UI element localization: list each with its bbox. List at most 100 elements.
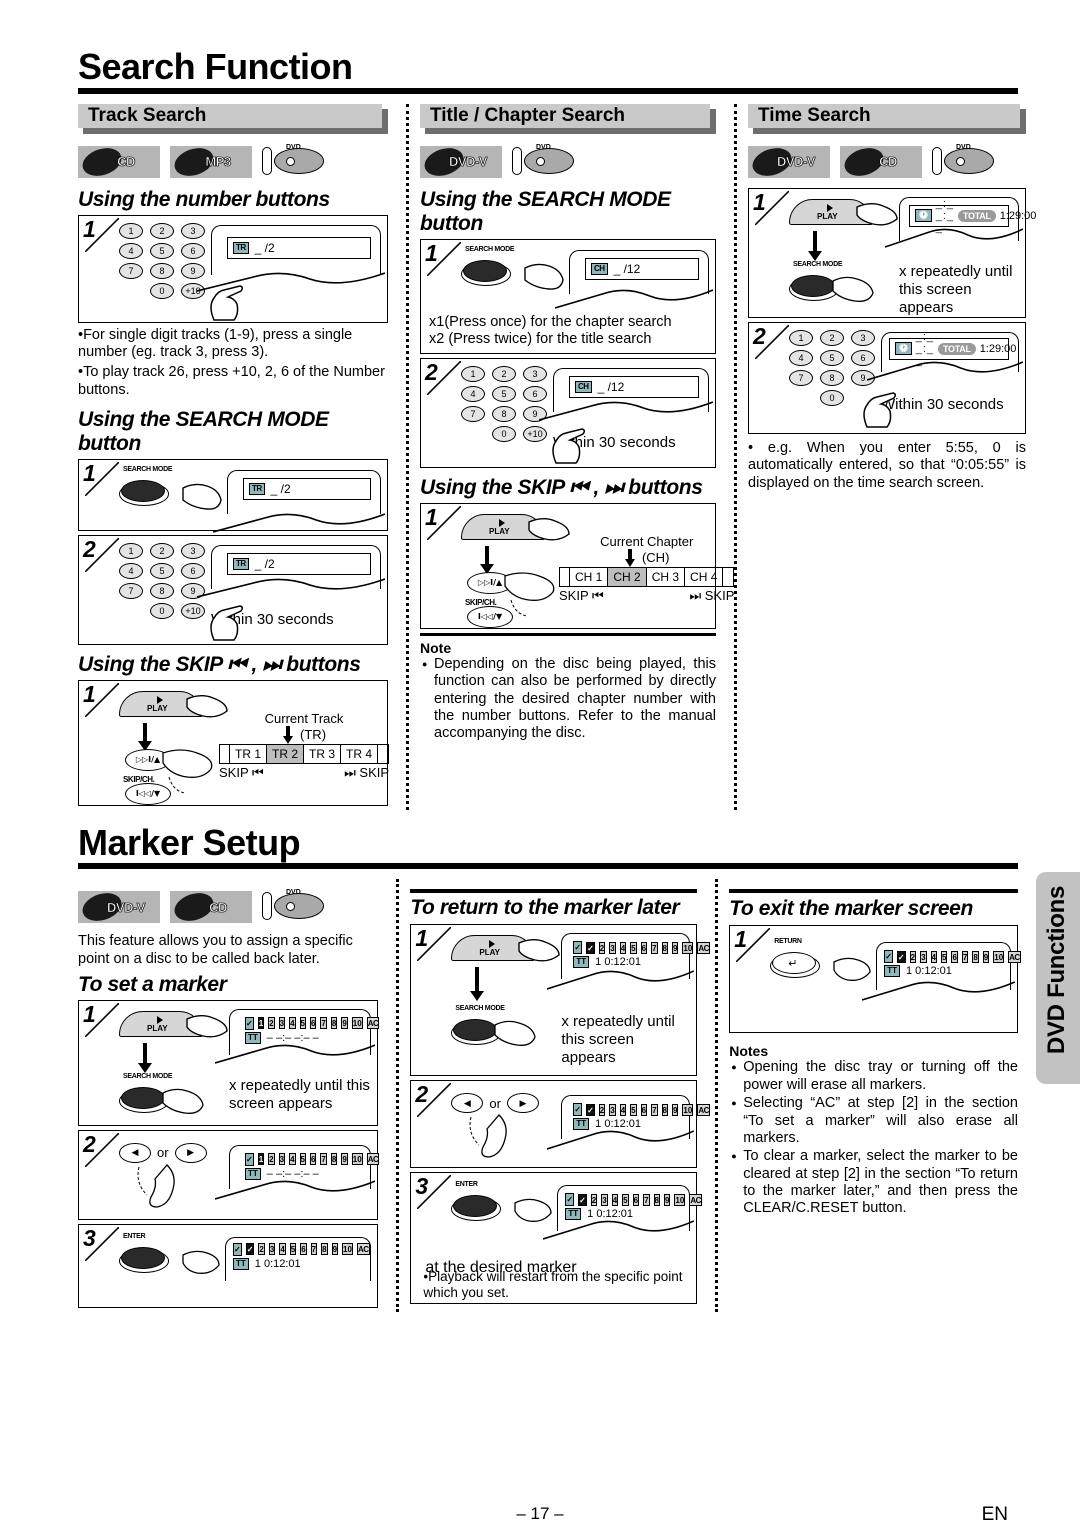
marker-cell-checked: ✓	[586, 941, 595, 954]
key-7[interactable]: 7	[119, 262, 143, 279]
number-keypad[interactable]: 123 456 789 0 +10	[461, 365, 547, 451]
chapter-cell-current: CH 2	[608, 567, 647, 586]
marker-cell: 7	[643, 1193, 650, 1206]
key-7[interactable]: 7	[789, 369, 813, 386]
marker-cell: 8	[330, 1153, 338, 1166]
time-bullet-1: • e.g. When you enter 5:55, 0 is automat…	[748, 439, 1027, 492]
key-4[interactable]: 4	[119, 562, 143, 579]
key-2[interactable]: 2	[492, 365, 516, 382]
marker-cell: 7	[310, 1243, 318, 1256]
skip-direction-labels: SKIP ⏮ ⏭ SKIP	[219, 765, 389, 781]
section-tab-label: DVD Functions	[1043, 885, 1070, 1055]
cursor-right-button[interactable]: ▶	[506, 1093, 539, 1114]
key-3[interactable]: 3	[181, 222, 205, 239]
key-0[interactable]: 0	[150, 282, 174, 299]
marker-cell: 4	[619, 941, 627, 954]
marker-cell: 9	[341, 1017, 348, 1030]
search-mode-button[interactable]: SEARCH MODE	[119, 466, 177, 508]
marker-cell: 8	[330, 1017, 338, 1030]
key-5[interactable]: 5	[492, 385, 516, 402]
key-3[interactable]: 3	[851, 329, 875, 346]
enter-button[interactable]: ENTER	[451, 1181, 509, 1223]
key-7[interactable]: 7	[461, 405, 485, 422]
device-front-panel: ✓ ✓ 2 3 4 5 6 7 8 9 10 AC TT 1 0:12:01	[225, 1235, 372, 1287]
marker-cell-selected: 1	[257, 1017, 265, 1030]
key-1[interactable]: 1	[119, 542, 143, 559]
step-track-number-1: 1 123 456 789 0 +10 TR _ /2	[78, 214, 388, 323]
key-plus10[interactable]: +10	[181, 602, 205, 619]
return-button[interactable]: RETURN ↵	[770, 938, 828, 980]
hand-pointer-icon	[832, 276, 874, 302]
marker-cell: 2	[598, 941, 606, 954]
key-1[interactable]: 1	[461, 365, 485, 382]
section-tab-dvd-functions: DVD Functions	[1036, 872, 1080, 1084]
badge-dvd-v: DVD-V	[748, 143, 830, 181]
key-6[interactable]: 6	[181, 242, 205, 259]
key-0[interactable]: 0	[820, 389, 844, 406]
marker-cell: 3	[278, 1017, 286, 1030]
key-0[interactable]: 0	[492, 425, 516, 442]
key-8[interactable]: 8	[820, 369, 844, 386]
subhead-return-marker: To return to the marker later	[410, 896, 680, 920]
key-5[interactable]: 5	[820, 349, 844, 366]
return-arrow-icon: ↵	[788, 958, 798, 971]
band-label: Time Search	[758, 104, 871, 126]
key-3[interactable]: 3	[181, 542, 205, 559]
chapter-cell: CH 3	[647, 567, 686, 586]
key-4[interactable]: 4	[119, 242, 143, 259]
enter-button[interactable]: ENTER	[119, 1233, 177, 1275]
hand-pointer-icon	[162, 748, 213, 794]
cursor-left-button[interactable]: ◀	[119, 1142, 151, 1163]
key-2[interactable]: 2	[150, 542, 174, 559]
down-arrow-icon	[138, 722, 152, 751]
search-mode-button[interactable]: SEARCH MODE	[461, 246, 519, 288]
marker-cell: 5	[630, 1103, 637, 1116]
step-marker-return-1: 1 PLAY SEARCH MODE ✓ ✓ 2 3 4 5 6 7 8 9 1…	[410, 924, 710, 1077]
key-0[interactable]: 0	[150, 602, 174, 619]
key-2[interactable]: 2	[820, 329, 844, 346]
marker-title: Marker Setup	[78, 821, 301, 863]
marker-cell: 2	[258, 1243, 265, 1256]
current-chapter-label: Current Chapter	[600, 533, 694, 549]
total-pill: TOTAL	[958, 209, 996, 222]
key-plus10[interactable]: +10	[523, 425, 547, 442]
key-8[interactable]: 8	[150, 262, 174, 279]
repeat-until-note: x repeatedly until this screen appears	[561, 1013, 675, 1067]
marker-cell: 4	[279, 1243, 286, 1256]
key-1[interactable]: 1	[119, 222, 143, 239]
key-8[interactable]: 8	[150, 582, 174, 599]
key-1[interactable]: 1	[789, 329, 813, 346]
down-arrow-icon	[808, 230, 822, 261]
key-5[interactable]: 5	[150, 242, 174, 259]
check-icon: ✓	[884, 950, 893, 964]
number-keypad[interactable]: 123 456 789 0 +10	[119, 542, 205, 628]
key-5[interactable]: 5	[150, 562, 174, 579]
column-title-chapter-search: Title / Chapter Search DVD-V DVD Using t…	[406, 103, 735, 810]
marker-cell: 3	[601, 1193, 608, 1206]
key-4[interactable]: 4	[789, 349, 813, 366]
hand-pointer-icon	[528, 517, 570, 541]
key-3[interactable]: 3	[523, 365, 547, 382]
key-4[interactable]: 4	[461, 385, 485, 402]
hand-pointer-icon	[186, 1014, 228, 1038]
device-front-panel: TR _ /2	[197, 543, 385, 599]
device-front-panel: ✓ ✓ 2 3 4 5 6 7 8 9 10 AC TT 1 0:12:01	[543, 1183, 702, 1240]
hand-pointer-icon	[469, 1114, 508, 1158]
key-2[interactable]: 2	[150, 222, 174, 239]
key-8[interactable]: 8	[492, 405, 516, 422]
repeat-until-note: x repeatedly until this screen appears	[899, 262, 1013, 316]
device-front-panel: ✓ ✓ 2 3 4 5 6 7 8 9 10 AC TT 1 0:12:01	[862, 940, 1021, 1002]
number-keypad[interactable]: 123 456 789 0 +10	[119, 222, 205, 303]
display-track: TR _ /2	[243, 477, 371, 500]
note-list: Depending on the disc being played, this…	[420, 656, 716, 743]
step-marker-exit-1: 1 RETURN ↵ ✓ ✓ 2 3 4 5 6 7 8 9 10 AC TT …	[729, 925, 1021, 1034]
cursor-right-button[interactable]: ▶	[174, 1142, 207, 1163]
marker-cell: 9	[341, 1153, 348, 1166]
key-7[interactable]: 7	[119, 582, 143, 599]
cursor-left-button[interactable]: ◀	[451, 1093, 484, 1114]
marker-cell: 10	[674, 1193, 686, 1206]
marker-cell: 5	[622, 1193, 629, 1206]
hand-pointer-icon	[186, 694, 228, 718]
badge-mp3: MP3	[170, 143, 252, 181]
marker-cell: 2	[268, 1153, 275, 1166]
